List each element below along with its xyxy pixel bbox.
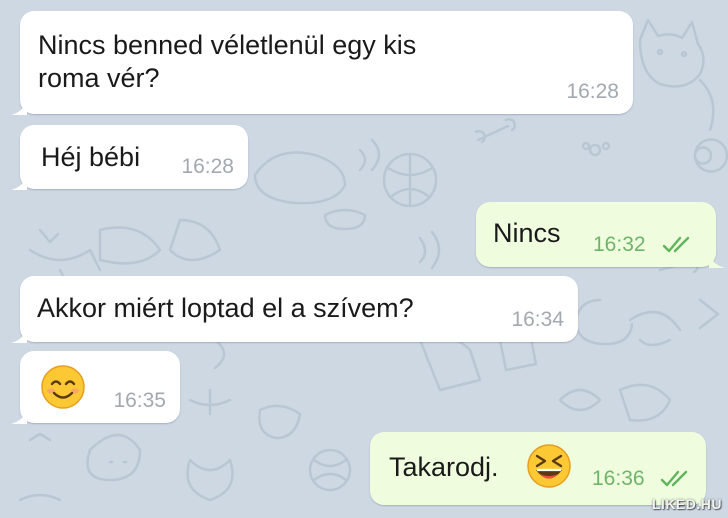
message-timestamp: 16:35 xyxy=(113,389,166,412)
message-text: Akkor miért loptad el a szívem? xyxy=(37,293,414,323)
message-timestamp: 16:28 xyxy=(566,80,619,103)
outgoing-message-bubble[interactable]: Takarodj. 16:36 xyxy=(370,432,715,506)
laughing-face-emoji-icon xyxy=(527,444,571,488)
message-text: Takarodj. xyxy=(389,452,499,482)
incoming-message-bubble[interactable]: 16:35 xyxy=(11,351,180,424)
incoming-message-bubble[interactable]: Nincs benned véletlenül egy kis roma vér… xyxy=(11,11,633,115)
bubble-tail xyxy=(709,252,725,268)
message-timestamp: 16:34 xyxy=(511,308,564,331)
read-double-check-icon xyxy=(660,470,688,487)
message-text-line: Nincs benned véletlenül egy kis xyxy=(38,30,417,60)
bubble-tail xyxy=(11,408,27,424)
incoming-message-bubble[interactable]: Héj bébi 16:28 xyxy=(11,125,248,190)
message-timestamp: 16:36 xyxy=(592,467,645,490)
bubble-tail xyxy=(11,99,27,115)
bubble-tail xyxy=(11,174,27,190)
chat-message-list: Nincs benned véletlenül egy kis roma vér… xyxy=(0,0,728,518)
incoming-message-bubble[interactable]: Akkor miért loptad el a szívem? 16:34 xyxy=(11,276,578,343)
smiling-face-emoji-icon xyxy=(41,365,85,409)
message-timestamp: 16:28 xyxy=(181,155,234,178)
site-watermark: LIKED.HU xyxy=(651,496,722,512)
read-double-check-icon xyxy=(662,236,690,253)
message-timestamp: 16:32 xyxy=(593,233,646,256)
message-text: Nincs xyxy=(493,218,561,248)
message-text: Héj bébi xyxy=(41,142,141,172)
message-text-line: roma vér? xyxy=(38,63,160,93)
outgoing-message-bubble[interactable]: Nincs 16:32 xyxy=(476,202,725,268)
bubble-tail xyxy=(11,327,27,343)
message-text: Nincs benned véletlenül egy kis roma vér… xyxy=(38,29,416,95)
